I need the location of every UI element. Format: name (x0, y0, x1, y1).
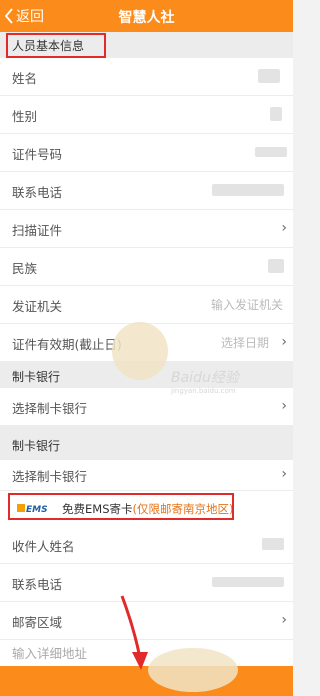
annotation-arrow (120, 595, 148, 670)
